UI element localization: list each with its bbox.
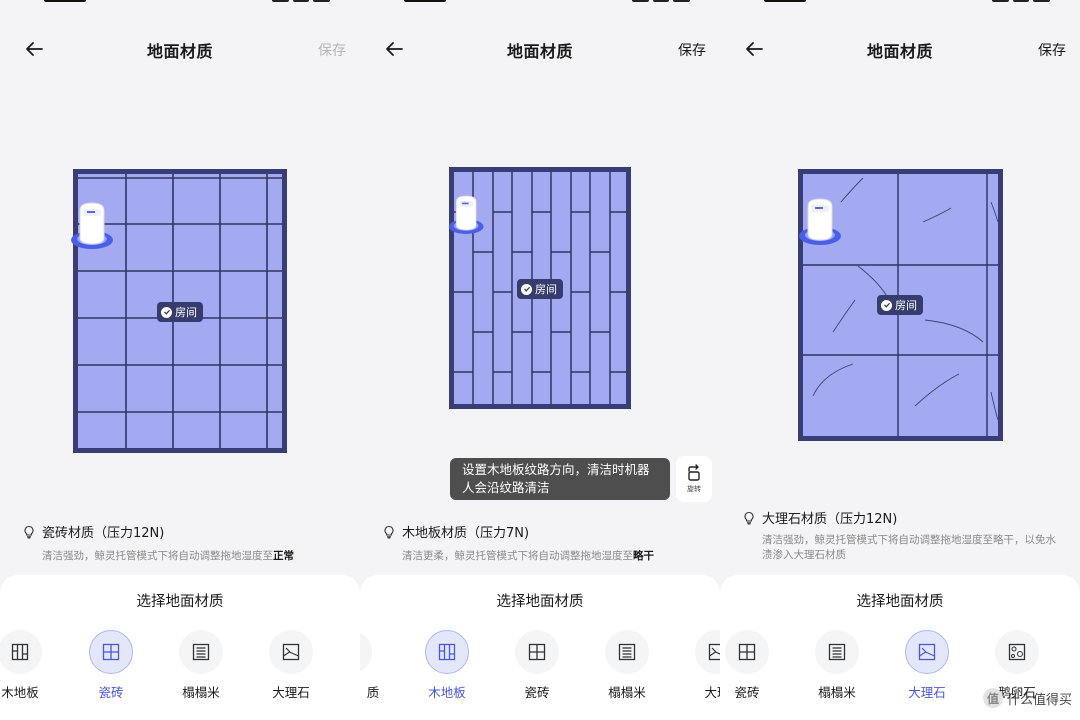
status-icons [272,0,331,2]
material-info: 木地板材质（压力7N) 清洁更柔，鲸灵托管模式下将自动调整拖地湿度至略干 [382,522,700,564]
rotate-label: 旋转 [687,485,701,493]
option-tatami[interactable]: 榻榻米 [807,630,867,701]
screen-marble: 地面材质 保存 房间 大理石材质（压力12N) 清洁强劲，鲸灵托管模式下将自动调… [720,0,1080,720]
status-icons [992,0,1051,2]
room-tag-label: 房间 [895,299,917,312]
tatami-floor-icon [618,643,636,661]
check-icon [521,283,532,295]
option-label: 瓷砖 [524,685,550,700]
lightbulb-icon [744,511,754,525]
option-tatami[interactable]: 榻榻米 [171,630,231,701]
material-name: 大理石材质（压力12N) [762,512,898,527]
material-desc: 清洁强劲，鲸灵托管模式下将自动调整拖地湿度至正常 [22,549,340,564]
lightbulb-icon [384,525,394,539]
option-tile[interactable]: 瓷砖 [81,630,141,701]
rotate-icon [688,464,700,481]
check-icon [161,306,172,318]
option-label: 大理石 [272,685,310,700]
material-desc: 清洁强劲，鲸灵托管模式下将自动调整拖地湿度至略干，以免水渍渗入大理石材质 [742,533,1060,563]
option-label: 瓷砖 [734,685,760,700]
tile-floor-icon [528,643,546,661]
material-desc-text: 清洁强劲，鲸灵托管模式下将自动调整拖地湿度至 [42,550,273,562]
header: 地面材质 保存 [0,34,360,64]
robot-base-station-icon [71,202,113,249]
tile-floor-icon [738,643,756,661]
option-label: 质 [366,685,380,700]
status-icons [632,0,691,2]
option-label: 木地板 [428,685,466,700]
watermark-text: 什么值得买 [1006,692,1072,708]
option-wood[interactable]: 木地板 [0,630,50,701]
option-wood[interactable]: 木地板 [417,630,477,701]
option-label: 榻榻米 [182,685,220,700]
save-button[interactable]: 保存 [1038,40,1066,60]
screens-row: 地面材质 保存 房间 瓷砖材质（压力12N) 清洁强劲，鲸灵托管模式下将自动调整… [0,0,1080,720]
check-icon [881,299,892,311]
option-label: 木地板 [1,685,39,700]
wood-floor-icon [438,643,456,661]
watermark-logo-icon: 值 [982,688,1003,708]
material-desc-text: 清洁更柔，鲸灵托管模式下将自动调整拖地湿度至 [402,550,633,562]
rotate-button[interactable]: 旋转 [676,456,712,502]
material-desc-bold: 略干 [633,550,654,562]
option-marble-partial[interactable]: 大理 [687,630,720,701]
page-title: 地面材质 [146,42,213,61]
pebble-floor-icon [1008,643,1026,661]
status-bar [360,0,720,6]
material-info: 大理石材质（压力12N) 清洁强劲，鲸灵托管模式下将自动调整拖地湿度至略干，以免… [742,508,1060,563]
save-button[interactable]: 保存 [318,40,346,60]
sheet-title: 选择地面材质 [136,594,224,610]
sheet-title: 选择地面材质 [856,594,944,610]
marble-floor-icon [708,643,720,661]
robot-base-station-icon [448,195,484,234]
material-desc-text: 清洁强劲，鲸灵托管模式下将自动调整拖地湿度至略干，以免水渍渗入大理石材质 [762,534,1056,561]
room-tag[interactable]: 房间 [157,302,203,322]
option-label: 榻榻米 [608,685,646,700]
material-desc-bold: 正常 [273,550,294,562]
status-time [404,0,446,2]
lightbulb-icon [24,525,34,539]
room-tag[interactable]: 房间 [877,295,923,315]
material-desc: 清洁更柔，鲸灵托管模式下将自动调整拖地湿度至略干 [382,549,700,564]
option-label: 大理 [704,685,720,700]
material-sheet: 选择地面材质 质 木地板 瓷砖 榻榻米 大理 [360,575,720,720]
option-label: 瓷砖 [98,685,124,700]
status-time [44,0,86,2]
option-marble[interactable]: 大理石 [261,630,321,701]
room-tag-label: 房间 [535,283,557,296]
option-label: 榻榻米 [818,685,856,700]
wood-floor-icon [11,643,29,661]
room-tag[interactable]: 房间 [517,279,563,299]
screen-tile: 地面材质 保存 房间 瓷砖材质（压力12N) 清洁强劲，鲸灵托管模式下将自动调整… [0,0,360,720]
save-button[interactable]: 保存 [678,40,706,60]
header: 地面材质 保存 [720,34,1080,64]
material-sheet: 选择地面材质 木地板 瓷砖 榻榻米 大理石 [0,575,360,720]
page-title: 地面材质 [506,42,573,61]
status-bar [720,0,1080,6]
option-tile[interactable]: 瓷砖 [507,630,567,701]
tatami-floor-icon [192,643,210,661]
room-tag-label: 房间 [175,306,197,319]
option-label: 大理石 [908,685,946,700]
material-info: 瓷砖材质（压力12N) 清洁强劲，鲸灵托管模式下将自动调整拖地湿度至正常 [22,522,340,564]
wood-direction-tooltip: 设置木地板纹路方向，清洁时机器人会沿纹路清洁 [450,458,670,500]
option-pebble-partial[interactable]: 质 [360,630,380,701]
marble-floor-icon [918,643,936,661]
sheet-title: 选择地面材质 [496,594,584,610]
tile-floor-icon [102,643,120,661]
page-title: 地面材质 [866,42,933,61]
material-name: 瓷砖材质（压力12N) [42,526,165,541]
screen-wood: 地面材质 保存 房间 木地板材质（压力7N) 清洁更柔，鲸灵托管模式下将自动调整… [360,0,720,720]
status-bar [0,0,360,6]
material-name: 木地板材质（压力7N) [402,526,530,541]
option-tile[interactable]: 瓷砖 [720,630,777,701]
option-tatami[interactable]: 榻榻米 [597,630,657,701]
robot-base-station-icon [799,198,841,245]
tatami-floor-icon [828,643,846,661]
header: 地面材质 保存 [360,34,720,64]
watermark: 值 什么值得买 [982,688,1072,708]
marble-floor-icon [282,643,300,661]
status-time [764,0,806,2]
option-marble[interactable]: 大理石 [897,630,957,701]
